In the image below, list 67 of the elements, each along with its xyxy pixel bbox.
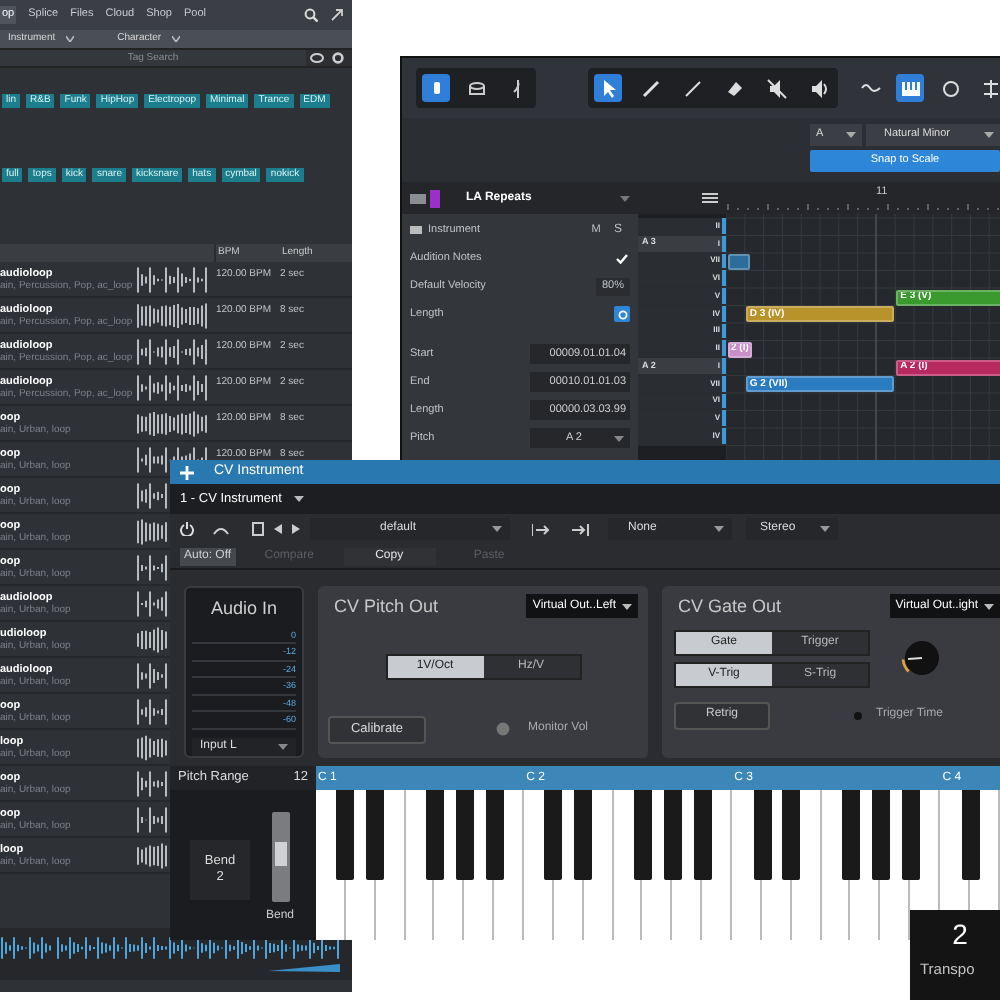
check-icon (616, 253, 628, 263)
midi-note[interactable] (727, 254, 750, 270)
plus-icon[interactable] (180, 465, 194, 479)
quantize-toggle[interactable] (614, 306, 630, 322)
tool-button[interactable] (422, 74, 450, 102)
waveform-drawing (136, 625, 168, 653)
panel-title: Audio In (210, 596, 278, 622)
tool-button[interactable] (896, 74, 924, 102)
tool-button[interactable] (762, 74, 790, 102)
waveform-drawing (136, 841, 168, 869)
search-icon[interactable] (304, 8, 318, 22)
automation-icon[interactable] (212, 523, 230, 535)
waveform-drawing (136, 481, 168, 509)
expand-icon[interactable] (330, 8, 344, 22)
track-color-swatch-icon[interactable] (410, 189, 440, 207)
panel-title: CV Gate Out (676, 594, 782, 620)
waveform-drawing (136, 805, 168, 833)
gate-led-icon (854, 711, 862, 719)
waveform-drawing (136, 337, 208, 365)
power-icon[interactable] (180, 522, 194, 536)
route-icon[interactable] (572, 523, 590, 535)
eraser-icon (723, 77, 745, 99)
caret-icon (714, 526, 724, 532)
caret-icon (984, 132, 994, 138)
trigger-time-knob[interactable] (900, 636, 944, 680)
line-tool-icon (681, 77, 703, 99)
chevron-icon (65, 36, 74, 42)
caret-icon (984, 603, 994, 609)
loop-icon (939, 77, 961, 99)
waveform-drawing (136, 733, 168, 761)
scale-icon (979, 77, 1000, 99)
drum-icon (465, 77, 487, 99)
chevron-icon (171, 36, 180, 42)
waveform-drawing (136, 697, 168, 725)
bend-wheel[interactable] (271, 812, 289, 902)
caret-icon (492, 526, 502, 532)
keyboard-icon (899, 77, 921, 99)
next-icon[interactable] (292, 524, 300, 534)
preset-file-icon[interactable] (252, 522, 264, 536)
caret-icon (820, 526, 830, 532)
pencil-icon (639, 77, 661, 99)
transpose-value: 2 (952, 918, 968, 950)
waveform-drawing (136, 409, 208, 437)
waveform-drawing (136, 661, 168, 689)
caret-icon (278, 743, 288, 750)
waveform-drawing (136, 265, 208, 293)
caret-icon (622, 603, 632, 609)
waveform-drawing (136, 553, 168, 581)
audition-checkbox[interactable] (614, 250, 630, 266)
waveform-drawing (136, 373, 208, 401)
panel-title: CV Pitch Out (332, 594, 439, 620)
previous-icon[interactable] (274, 524, 282, 534)
waveform-drawing (136, 589, 168, 617)
caret-icon (846, 132, 856, 138)
mute-tool-icon (765, 77, 787, 99)
volume-wedge-icon[interactable] (268, 964, 340, 972)
waveform-drawing (136, 769, 168, 797)
caret-icon (614, 435, 624, 441)
sidechain-icon[interactable] (532, 523, 550, 535)
waveform-drawing (136, 517, 168, 545)
quantize-icon (617, 309, 627, 319)
waveform-drawing (136, 301, 208, 329)
caret-icon (293, 496, 304, 502)
list-icon[interactable] (702, 192, 718, 204)
tool-button[interactable] (594, 74, 622, 102)
speaker-icon (807, 77, 829, 99)
caret-icon (620, 195, 630, 201)
